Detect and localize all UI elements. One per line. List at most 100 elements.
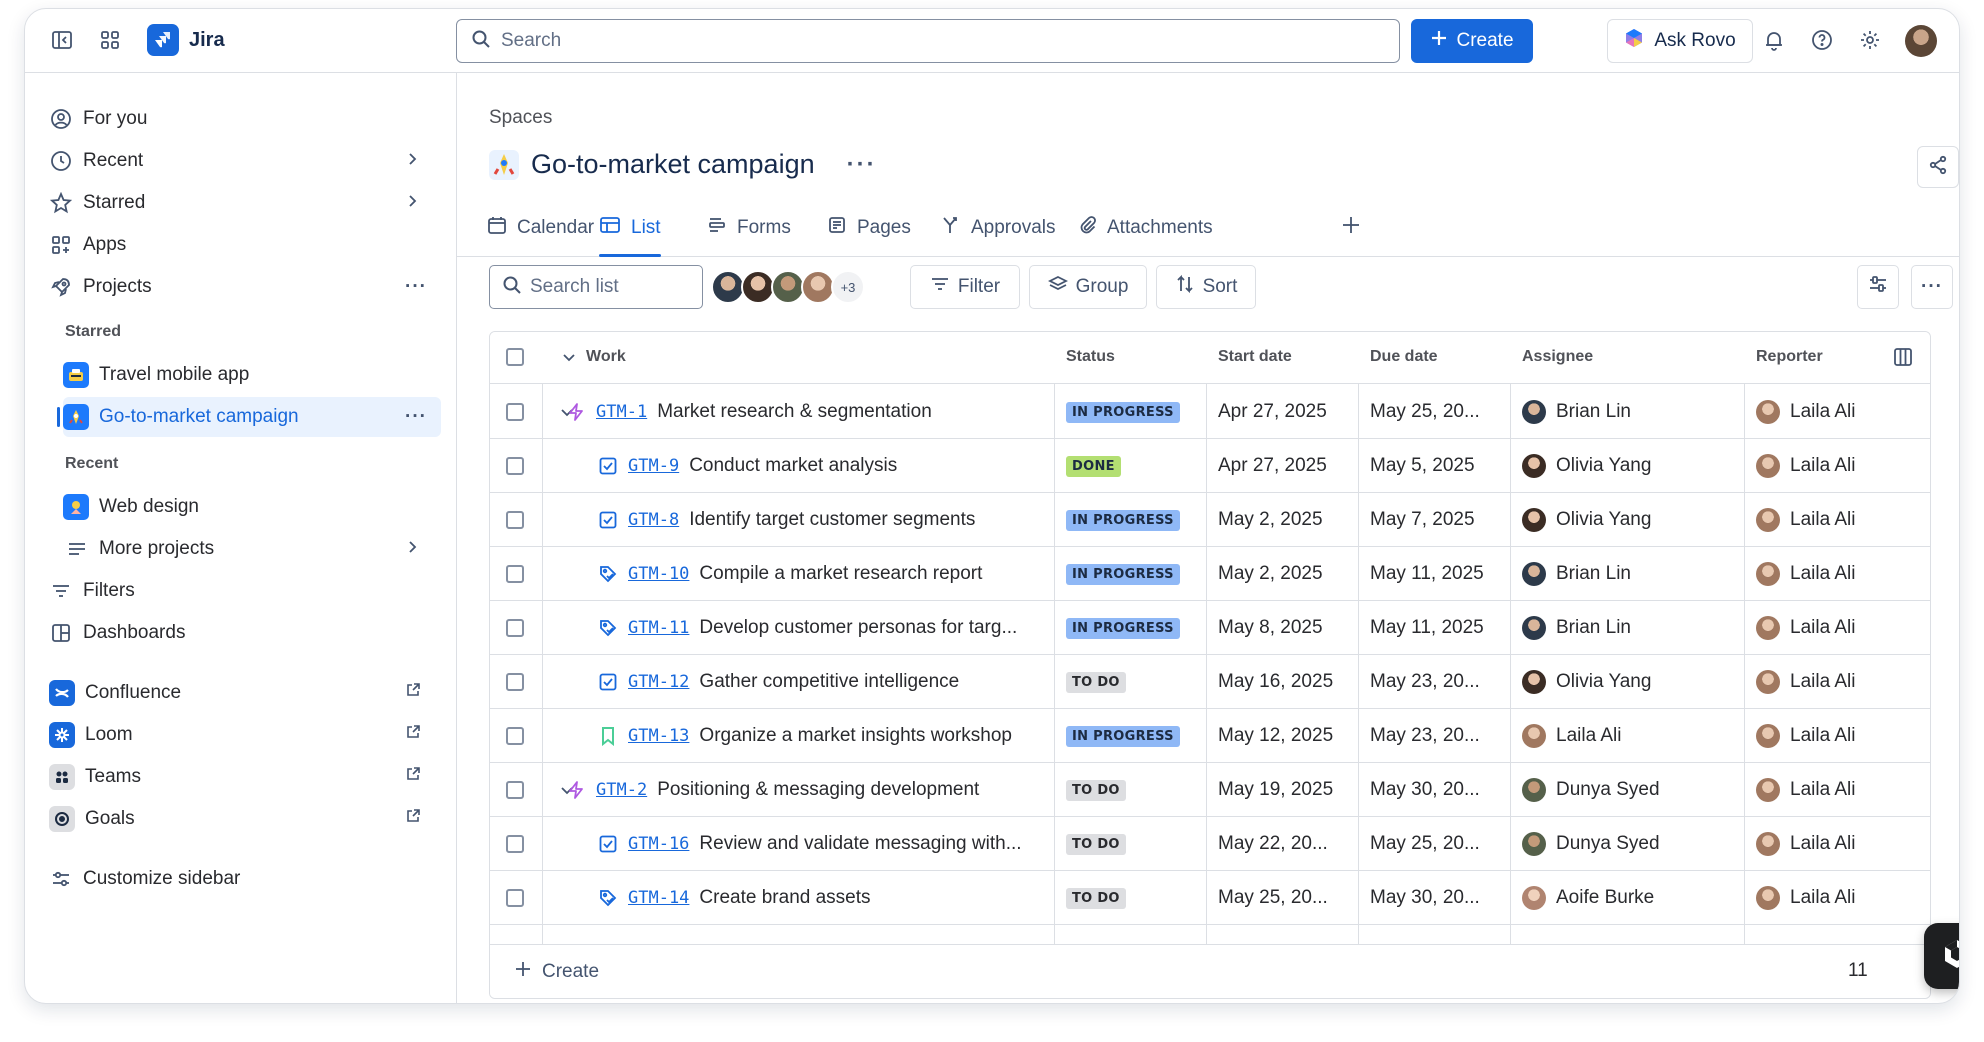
more-options-icon[interactable]: ··· (405, 276, 427, 298)
settings-gear-icon[interactable] (1857, 27, 1883, 53)
share-button[interactable] (1917, 146, 1959, 188)
sidebar-item-dashboards[interactable]: Dashboards (49, 613, 441, 653)
assignee-cell[interactable]: Brian Lin (1522, 385, 1742, 439)
row-checkbox[interactable] (506, 619, 524, 637)
sidebar-app-loom[interactable]: Loom (49, 715, 441, 755)
sidebar-item-customize[interactable]: Customize sidebar (49, 859, 441, 899)
assignee-cell[interactable]: Olivia Yang (1522, 439, 1742, 493)
collapse-all-chevron-icon[interactable] (562, 350, 576, 369)
sort-button[interactable]: Sort (1156, 265, 1256, 309)
avatar[interactable] (771, 270, 805, 304)
sidebar-item-starred[interactable]: Starred (49, 183, 441, 223)
due-date-cell[interactable]: May 7, 2025 (1370, 493, 1506, 547)
more-actions-button[interactable]: ··· (1911, 265, 1953, 309)
status-cell[interactable]: TO DO (1066, 763, 1126, 817)
assignee-cell[interactable]: Aoife Burke (1522, 871, 1742, 925)
row-checkbox[interactable] (506, 781, 524, 799)
work-cell[interactable]: GTM-14 Create brand assets (598, 871, 1050, 925)
tab-approvals[interactable]: Approvals (941, 213, 1056, 243)
sidebar-app-teams[interactable]: Teams (49, 757, 441, 797)
assignee-cell[interactable]: Brian Lin (1522, 601, 1742, 655)
chevron-right-icon[interactable] (405, 538, 419, 560)
reporter-cell[interactable]: Laila Ali (1756, 655, 1926, 709)
status-badge[interactable]: IN PROGRESS (1066, 617, 1180, 639)
create-button[interactable]: Create (1411, 19, 1533, 63)
reporter-cell[interactable]: Laila Ali (1756, 871, 1926, 925)
list-search[interactable] (489, 265, 703, 309)
work-item-summary[interactable]: Gather competitive intelligence (699, 671, 959, 693)
table-row[interactable]: GTM-12 Gather competitive intelligence T… (490, 655, 1930, 709)
assignee-cell[interactable]: Olivia Yang (1522, 493, 1742, 547)
assignee-cell[interactable]: Dunya Syed (1522, 817, 1742, 871)
status-cell[interactable]: DONE (1066, 439, 1121, 493)
start-date-cell[interactable]: May 25, 20... (1218, 871, 1354, 925)
columns-config-icon[interactable] (1893, 347, 1913, 372)
due-date-cell[interactable]: May 25, 20... (1370, 817, 1506, 871)
work-cell[interactable]: GTM-9 Conduct market analysis (598, 439, 1050, 493)
reporter-cell[interactable]: Laila Ali (1756, 709, 1926, 763)
table-row[interactable]: GTM-14 Create brand assets TO DO May 25,… (490, 871, 1930, 925)
start-date-cell[interactable]: May 16, 2025 (1218, 655, 1354, 709)
sidebar-item-for-you[interactable]: For you (49, 99, 441, 139)
work-item-summary[interactable]: Compile a market research report (699, 563, 982, 585)
work-item-key[interactable]: GTM-8 (628, 510, 679, 530)
status-badge[interactable]: TO DO (1066, 887, 1126, 909)
rovo-chat-button[interactable] (1924, 923, 1959, 989)
work-item-summary[interactable]: Organize a market insights workshop (699, 725, 1012, 747)
more-options-icon[interactable]: ··· (405, 406, 427, 428)
tab-pages[interactable]: Pages (827, 213, 911, 243)
status-cell[interactable]: IN PROGRESS (1066, 601, 1180, 655)
sidebar-item-more-projects[interactable]: More projects (63, 529, 441, 569)
select-all-checkbox[interactable] (506, 348, 524, 366)
work-cell[interactable]: GTM-10 Compile a market research report (598, 547, 1050, 601)
status-cell[interactable]: IN PROGRESS (1066, 709, 1180, 763)
work-item-key[interactable]: GTM-14 (628, 888, 689, 908)
tab-forms[interactable]: Forms (707, 213, 791, 243)
global-search[interactable] (456, 19, 1400, 63)
table-row[interactable]: GTM-10 Compile a market research report … (490, 547, 1930, 601)
work-item-key[interactable]: GTM-11 (628, 618, 689, 638)
sidebar-project-go-to-market-campaign[interactable]: Go-to-market campaign ··· (57, 397, 441, 437)
create-row-button[interactable]: Create (514, 960, 599, 984)
start-date-cell[interactable]: Apr 27, 2025 (1218, 439, 1354, 493)
work-item-summary[interactable]: Conduct market analysis (689, 455, 897, 477)
due-date-cell[interactable]: May 5, 2025 (1370, 439, 1506, 493)
sidebar-app-confluence[interactable]: Confluence (49, 673, 441, 713)
status-badge[interactable]: TO DO (1066, 779, 1126, 801)
table-row[interactable]: GTM-16 Review and validate messaging wit… (490, 817, 1930, 871)
row-checkbox[interactable] (506, 673, 524, 691)
column-header-work[interactable]: Work (586, 348, 626, 366)
table-row[interactable]: GTM-11 Develop customer personas for tar… (490, 601, 1930, 655)
table-row[interactable]: GTM-13 Organize a market insights worksh… (490, 709, 1930, 763)
breadcrumb[interactable]: Spaces (489, 107, 552, 129)
sidebar-item-filters[interactable]: Filters (49, 571, 441, 611)
start-date-cell[interactable]: May 19, 2025 (1218, 763, 1354, 817)
row-checkbox[interactable] (506, 403, 524, 421)
work-cell[interactable]: GTM-12 Gather competitive intelligence (598, 655, 1050, 709)
work-item-key[interactable]: GTM-1 (596, 402, 647, 422)
work-cell[interactable]: GTM-1 Market research & segmentation (566, 385, 1050, 439)
work-item-key[interactable]: GTM-10 (628, 564, 689, 584)
row-checkbox[interactable] (506, 889, 524, 907)
due-date-cell[interactable]: May 30, 20... (1370, 871, 1506, 925)
status-badge[interactable]: DONE (1066, 455, 1121, 477)
work-item-summary[interactable]: Market research & segmentation (657, 401, 932, 423)
column-header-due-date[interactable]: Due date (1370, 348, 1438, 366)
tab-attachments[interactable]: Attachments (1077, 213, 1213, 243)
user-avatar[interactable] (1905, 25, 1937, 57)
table-row[interactable]: GTM-9 Conduct market analysis DONE Apr 2… (490, 439, 1930, 493)
sidebar-project-web-design[interactable]: Web design (63, 487, 441, 527)
reporter-cell[interactable]: Laila Ali (1756, 493, 1926, 547)
row-checkbox[interactable] (506, 835, 524, 853)
reporter-cell[interactable]: Laila Ali (1756, 439, 1926, 493)
assignee-cell[interactable]: Laila Ali (1522, 709, 1742, 763)
add-tab-button[interactable] (1341, 213, 1361, 243)
work-item-key[interactable]: GTM-2 (596, 780, 647, 800)
tab-calendar[interactable]: Calendar (487, 213, 594, 243)
work-cell[interactable]: GTM-8 Identify target customer segments (598, 493, 1050, 547)
work-item-summary[interactable]: Create brand assets (699, 887, 870, 909)
row-checkbox[interactable] (506, 565, 524, 583)
reporter-cell[interactable]: Laila Ali (1756, 763, 1926, 817)
tab-list[interactable]: List (599, 213, 661, 257)
status-cell[interactable]: TO DO (1066, 655, 1126, 709)
